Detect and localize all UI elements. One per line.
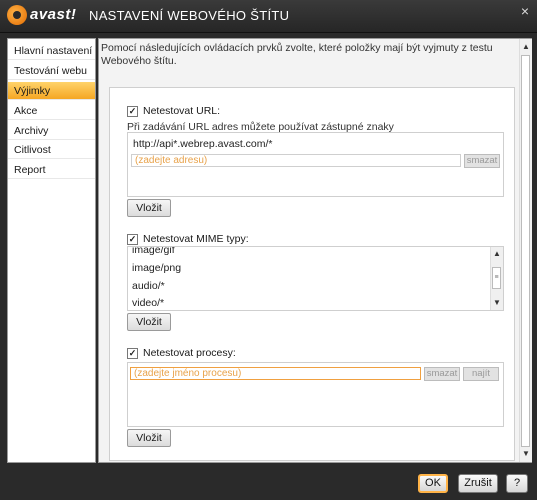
sidebar-item-sensitivity[interactable]: Citlivost (8, 141, 95, 159)
process-list[interactable]: (zadejte jméno procesu) smazat najít (127, 362, 504, 427)
arrow-up-icon[interactable]: ▲ (520, 41, 532, 53)
ok-button[interactable]: OK (418, 474, 448, 493)
sidebar-item-actions[interactable]: Akce (8, 102, 95, 120)
settings-sidebar: Hlavní nastavení Testování webu Výjimky … (7, 38, 96, 463)
content-scrollbar[interactable]: ▲ ▼ (519, 39, 532, 462)
mime-list[interactable]: image/gif image/png audio/* video/* ▲ ≡ … (127, 246, 504, 311)
url-exclusion-label: Netestovat URL: (143, 105, 221, 117)
scrollbar-thumb[interactable] (521, 55, 530, 447)
list-item[interactable]: video/* (132, 297, 164, 309)
exclusions-panel: ✓ Netestovat URL: Při zadávání URL adres… (109, 87, 515, 461)
cancel-button[interactable]: Zrušit (458, 474, 498, 493)
process-exclusion-checkbox[interactable]: ✓ (127, 348, 138, 359)
brand-logo-text: avast! (30, 6, 77, 23)
url-exclusion-checkbox[interactable]: ✓ (127, 106, 138, 117)
delete-url-button[interactable]: smazat (464, 154, 500, 168)
scrollbar-thumb[interactable]: ≡ (492, 267, 501, 289)
process-input[interactable]: (zadejte jméno procesu) (130, 367, 421, 380)
arrow-down-icon[interactable]: ▼ (520, 448, 532, 460)
dialog-footer: OK Zrušit ? (0, 466, 537, 500)
settings-window: avast! NASTAVENÍ WEBOVÉHO ŠTÍTU × Hlavní… (0, 0, 537, 500)
list-item[interactable]: http://api*.webrep.avast.com/* (133, 138, 273, 150)
insert-process-button[interactable]: Vložit (127, 429, 171, 447)
url-input[interactable]: (zadejte adresu) (131, 154, 461, 167)
delete-process-button[interactable]: smazat (424, 367, 460, 381)
mime-exclusion-checkbox[interactable]: ✓ (127, 234, 138, 245)
list-item[interactable]: image/gif (132, 247, 175, 256)
sidebar-item-web-scanning[interactable]: Testování webu (8, 62, 95, 80)
insert-url-button[interactable]: Vložit (127, 199, 171, 217)
sidebar-item-exclusions[interactable]: Výjimky (8, 82, 95, 100)
sidebar-item-archives[interactable]: Archivy (8, 122, 95, 140)
page-description: Pomocí následujících ovládacích prvků zv… (101, 42, 493, 67)
list-item[interactable]: image/png (132, 262, 181, 274)
process-exclusion-label: Netestovat procesy: (143, 347, 236, 359)
url-list[interactable]: http://api*.webrep.avast.com/* (zadejte … (127, 132, 504, 197)
title-bar: avast! NASTAVENÍ WEBOVÉHO ŠTÍTU × (0, 0, 537, 33)
sidebar-item-report[interactable]: Report (8, 161, 95, 179)
arrow-down-icon[interactable]: ▼ (491, 297, 503, 309)
sidebar-item-main-settings[interactable]: Hlavní nastavení (8, 42, 95, 60)
mime-exclusion-label: Netestovat MIME typy: (143, 233, 249, 245)
mime-list-scrollbar[interactable]: ▲ ≡ ▼ (490, 247, 503, 310)
avast-logo-icon (7, 5, 27, 25)
find-process-button[interactable]: najít (463, 367, 499, 381)
arrow-up-icon[interactable]: ▲ (491, 248, 503, 260)
content-area: Pomocí následujících ovládacích prvků zv… (98, 38, 532, 463)
window-title: NASTAVENÍ WEBOVÉHO ŠTÍTU (89, 8, 290, 23)
list-item[interactable]: audio/* (132, 280, 165, 292)
insert-mime-button[interactable]: Vložit (127, 313, 171, 331)
close-icon[interactable]: × (516, 2, 534, 20)
help-button[interactable]: ? (506, 474, 528, 493)
